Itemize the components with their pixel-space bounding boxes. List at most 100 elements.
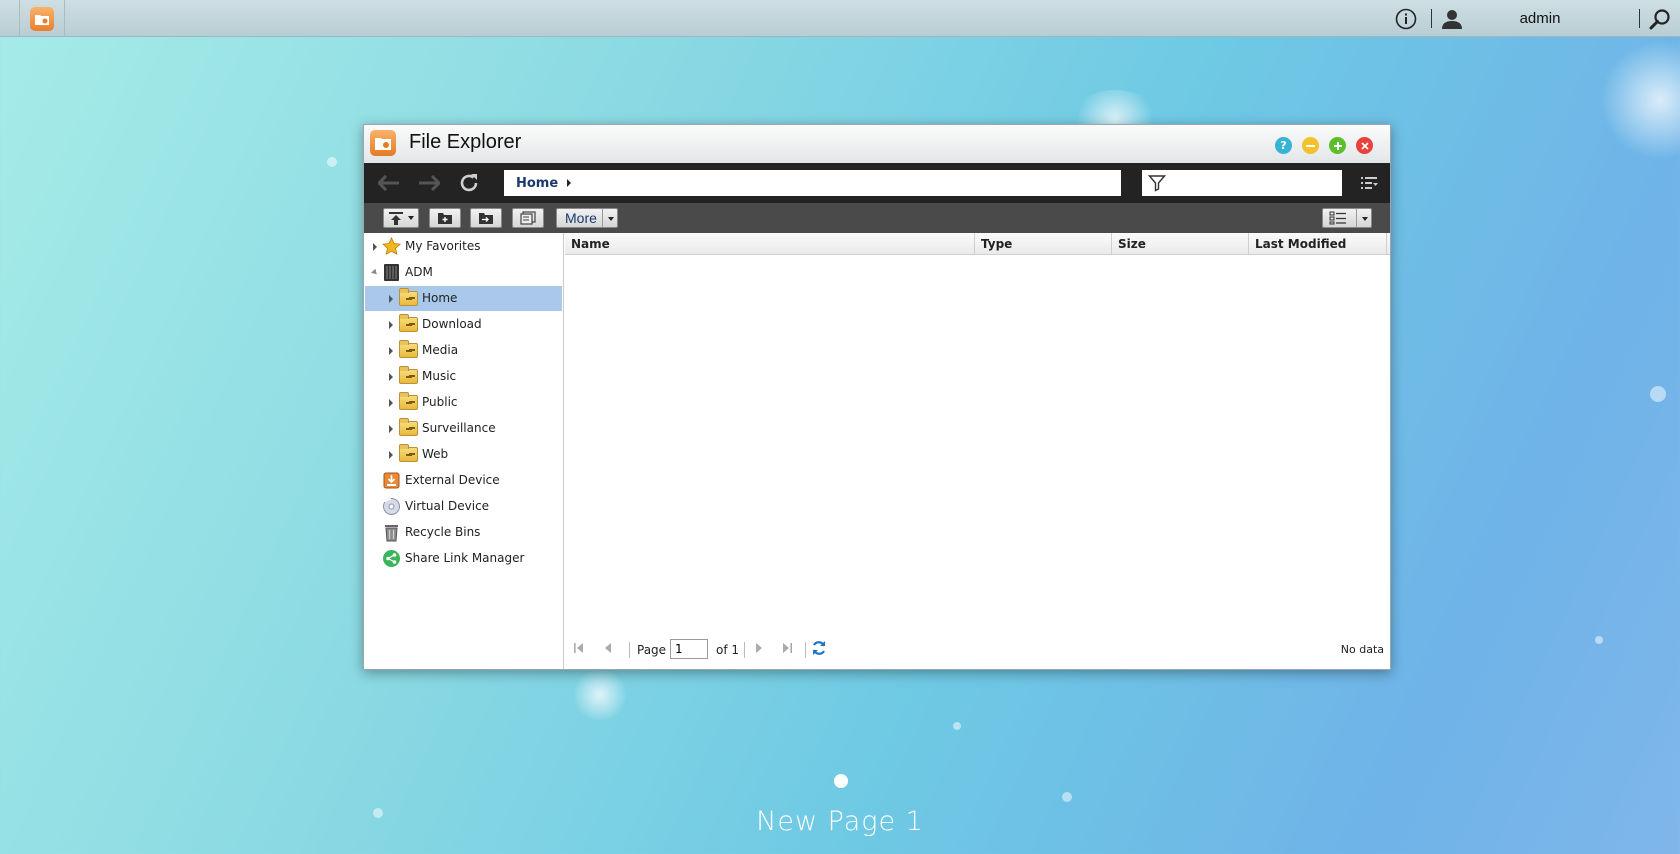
tree-item-recycle-bins[interactable]: Recycle Bins: [364, 520, 563, 545]
tree-item-media[interactable]: Media: [364, 338, 563, 363]
navigation-bar: Home: [364, 163, 1390, 203]
move-folder-icon: [479, 213, 493, 224]
help-button[interactable]: ?: [1275, 137, 1292, 154]
tree-item-label: Public: [422, 395, 458, 409]
more-divider: [602, 209, 603, 227]
new-folder-icon: [438, 213, 452, 224]
tree-item-my-favorites[interactable]: My Favorites: [364, 234, 563, 259]
refresh-button[interactable]: [456, 171, 482, 195]
tree-item-label: My Favorites: [405, 239, 481, 253]
user-button[interactable]: [1438, 0, 1466, 37]
tree-item-home[interactable]: Home: [365, 286, 562, 311]
expand-arrow-icon[interactable]: [389, 321, 393, 329]
list-options-icon: [1361, 177, 1378, 189]
previous-page-button[interactable]: [600, 640, 616, 656]
expand-arrow-icon[interactable]: [389, 425, 393, 433]
external-device-icon: [382, 471, 401, 490]
move-button[interactable]: [470, 208, 502, 228]
back-button[interactable]: [376, 171, 402, 195]
background-bokeh: [327, 157, 337, 167]
more-dropdown-icon: [608, 217, 614, 221]
view-options-button[interactable]: [1356, 171, 1382, 195]
minimize-button[interactable]: [1302, 137, 1319, 154]
expand-arrow-icon[interactable]: [389, 399, 393, 407]
breadcrumb-home[interactable]: Home: [516, 176, 558, 191]
search-button[interactable]: [1645, 0, 1675, 37]
tree-item-surveillance[interactable]: Surveillance: [364, 416, 563, 441]
tree-item-share-link-manager[interactable]: Share Link Manager: [364, 546, 563, 571]
tree-item-download[interactable]: Download: [364, 312, 563, 337]
tree-item-label: Recycle Bins: [405, 525, 481, 539]
info-button[interactable]: [1392, 0, 1420, 37]
tree-item-external-device[interactable]: External Device: [364, 468, 563, 493]
collapse-arrow-icon[interactable]: [371, 268, 379, 277]
close-icon: [1360, 141, 1369, 150]
username-text: admin: [1519, 10, 1561, 27]
filter-input[interactable]: [1170, 172, 1330, 194]
path-breadcrumb[interactable]: Home: [504, 170, 1121, 196]
file-explorer-app-icon: [30, 6, 54, 31]
page-number-input[interactable]: [670, 639, 708, 659]
upload-icon: [389, 212, 403, 225]
tree-item-adm[interactable]: ADM: [364, 260, 563, 285]
expand-arrow-icon[interactable]: [389, 347, 393, 355]
tree-item-label: ADM: [405, 265, 433, 279]
expand-arrow-icon[interactable]: [373, 243, 377, 251]
column-header-name[interactable]: Name: [565, 233, 975, 255]
help-icon: ?: [1280, 139, 1287, 152]
tree-item-music[interactable]: Music: [364, 364, 563, 389]
username-label[interactable]: admin: [1500, 0, 1580, 37]
detail-view-icon: [1329, 211, 1346, 225]
tree-item-virtual-device[interactable]: Virtual Device: [364, 494, 563, 519]
expand-arrow-icon[interactable]: [389, 373, 393, 381]
arrow-left-icon: [378, 175, 399, 191]
tree-item-public[interactable]: Public: [364, 390, 563, 415]
more-button[interactable]: More: [556, 208, 618, 228]
arrow-right-icon: [419, 175, 440, 191]
background-bokeh: [953, 722, 961, 730]
folder-icon: [399, 444, 418, 464]
minimize-icon: [1306, 144, 1315, 147]
next-page-button[interactable]: [751, 640, 767, 656]
background-bokeh: [1650, 386, 1666, 402]
info-icon: [1395, 8, 1417, 29]
virtual-device-icon: [382, 497, 401, 516]
taskbar-file-explorer-button[interactable]: [19, 0, 65, 37]
pager-separator: [629, 642, 630, 658]
window-titlebar[interactable]: File Explorer ?: [364, 125, 1390, 163]
expand-arrow-icon[interactable]: [389, 295, 393, 303]
filter-icon: [1148, 175, 1166, 192]
new-folder-button[interactable]: [429, 208, 461, 228]
breadcrumb-arrow-icon[interactable]: [567, 179, 572, 187]
tree-item-web[interactable]: Web: [364, 442, 563, 467]
upload-button[interactable]: [383, 208, 419, 228]
background-bokeh: [1595, 636, 1603, 644]
expand-arrow-icon[interactable]: [389, 451, 393, 459]
view-mode-divider: [1356, 209, 1357, 227]
reload-list-button[interactable]: [811, 640, 827, 656]
properties-icon: [520, 211, 536, 225]
close-button[interactable]: [1356, 137, 1373, 154]
desktop-page-indicator[interactable]: [834, 774, 848, 788]
desktop-page-name[interactable]: New Page 1: [740, 806, 940, 837]
column-header-type[interactable]: Type: [975, 233, 1112, 255]
tree-item-label: Surveillance: [422, 421, 496, 435]
maximize-button[interactable]: [1329, 137, 1346, 154]
page-total-label: of 1: [716, 643, 740, 657]
forward-button[interactable]: [416, 171, 442, 195]
last-page-button[interactable]: [779, 640, 795, 656]
column-header-last-modified[interactable]: Last Modified: [1249, 233, 1387, 255]
file-list-grid: Name Type Size Last Modified Page of 1: [565, 233, 1390, 669]
first-page-button[interactable]: [571, 640, 587, 656]
view-mode-button[interactable]: [1322, 208, 1372, 228]
nas-icon: [382, 263, 401, 282]
upload-dropdown-icon: [408, 216, 414, 220]
topbar-separator: [1431, 9, 1432, 28]
properties-button[interactable]: [512, 208, 544, 228]
file-explorer-window: File Explorer ? Home More My Favorites A…: [363, 124, 1391, 670]
plus-icon: [1333, 141, 1342, 150]
pagination-bar: Page of 1 No data: [565, 628, 1390, 668]
tree-item-label: Home: [422, 291, 458, 305]
column-header-size[interactable]: Size: [1112, 233, 1249, 255]
grid-header: Name Type Size Last Modified: [565, 233, 1390, 255]
